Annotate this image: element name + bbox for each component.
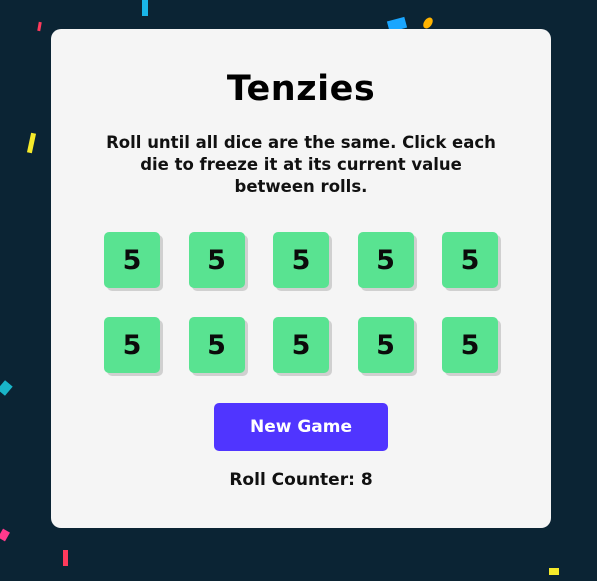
die-3[interactable]: 5	[273, 232, 329, 288]
die-10[interactable]: 5	[442, 317, 498, 373]
die-5[interactable]: 5	[442, 232, 498, 288]
confetti-piece	[142, 0, 148, 16]
instructions-text: Roll until all dice are the same. Click …	[106, 133, 496, 196]
die-7[interactable]: 5	[188, 317, 245, 373]
new-game-button[interactable]: New Game	[214, 403, 388, 451]
die-4[interactable]: 5	[357, 232, 414, 288]
confetti-piece	[0, 380, 13, 396]
confetti-piece	[549, 568, 559, 575]
die-6[interactable]: 5	[104, 317, 160, 373]
roll-counter-value: 8	[360, 470, 373, 490]
confetti-piece	[37, 21, 42, 32]
confetti-piece	[26, 132, 37, 154]
roll-counter-label: Roll Counter:	[229, 470, 355, 490]
roll-counter: Roll Counter: 8	[51, 470, 551, 490]
die-9[interactable]: 5	[357, 317, 414, 373]
die-8[interactable]: 5	[273, 317, 329, 373]
confetti-piece	[63, 550, 68, 566]
die-1[interactable]: 5	[104, 232, 160, 288]
confetti-piece	[0, 528, 10, 542]
dice-grid: 5 5 5 5 5 5 5 5 5 5	[104, 232, 498, 373]
die-2[interactable]: 5	[188, 232, 245, 288]
game-title: Tenzies	[226, 69, 376, 109]
game-card: Tenzies Roll until all dice are the same…	[51, 29, 551, 528]
